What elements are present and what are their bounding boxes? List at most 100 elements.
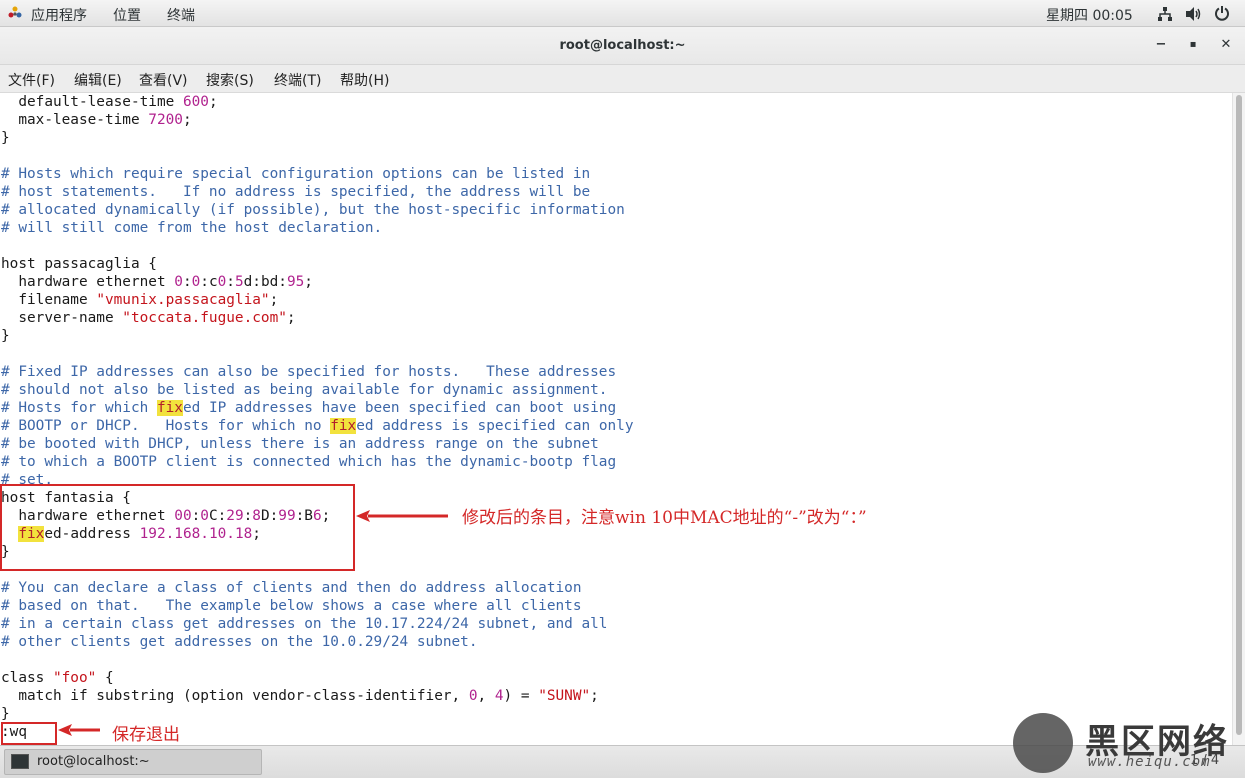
terminal-text-segment: , bbox=[477, 688, 495, 704]
taskbar-window-button[interactable]: root@localhost:~ bbox=[4, 749, 262, 775]
terminal-text-segment: # host statements. If no address is spec… bbox=[1, 184, 591, 200]
terminal-text-segment: ; bbox=[590, 688, 599, 704]
save-command-highlight-box bbox=[1, 722, 57, 745]
terminal-text-segment: ; bbox=[286, 310, 296, 326]
maximize-button[interactable]: ▪ bbox=[1184, 36, 1202, 54]
watermark: 黑区网络 www.heiqu.com bbox=[1010, 712, 1245, 778]
terminal-text-segment: 95 bbox=[286, 274, 305, 290]
watermark-url: www.heiqu.com bbox=[1088, 754, 1211, 770]
terminal-text-segment: { bbox=[96, 670, 114, 686]
terminal-text-segment: "toccata.fugue.com" bbox=[122, 310, 287, 326]
terminal-text-segment: class bbox=[1, 670, 53, 686]
close-button[interactable]: ✕ bbox=[1217, 36, 1235, 54]
terminal-text-segment: : bbox=[182, 274, 192, 290]
power-icon[interactable] bbox=[1214, 5, 1230, 21]
modified-entry-note: 修改后的条目，注意win 10中MAC地址的“-”改为“：” bbox=[462, 508, 867, 528]
terminal-text-segment: fix bbox=[330, 418, 357, 434]
terminal-text-segment: default-lease-time bbox=[1, 94, 183, 110]
terminal-text-segment: # in a certain class get addresses on th… bbox=[1, 616, 608, 632]
terminal-line: # other clients get addresses on the 10.… bbox=[1, 633, 478, 651]
terminal-text-segment: : bbox=[226, 274, 235, 290]
terminal-text-segment: :c bbox=[200, 274, 218, 290]
menu-help[interactable]: 帮助(H) bbox=[340, 70, 389, 90]
terminal-line: host passacaglia { bbox=[1, 255, 157, 273]
terminal-text-segment: match if substring (option vendor-class-… bbox=[1, 688, 469, 704]
terminal-line: default-lease-time 600; bbox=[1, 93, 217, 111]
terminal-line: # based on that. The example below shows… bbox=[1, 597, 581, 615]
terminal-text-segment: ed address is specified can only bbox=[356, 418, 634, 434]
applications-menu[interactable]: 应用程序 bbox=[31, 5, 87, 25]
clock[interactable]: 星期四 00:05 bbox=[1046, 5, 1133, 25]
terminal-text-segment: } bbox=[1, 328, 10, 344]
window-title-bar[interactable]: root@localhost:~ − ▪ ✕ bbox=[0, 27, 1245, 65]
terminal-text-segment: host passacaglia { bbox=[1, 256, 157, 272]
terminal-line: # BOOTP or DHCP. Hosts for which no fixe… bbox=[1, 417, 633, 435]
terminal-line: class "foo" { bbox=[1, 669, 114, 687]
menu-edit[interactable]: 编辑(E) bbox=[74, 70, 122, 90]
terminal-text-segment: ; bbox=[269, 292, 279, 308]
terminal-text-segment: # be booted with DHCP, unless there is a… bbox=[1, 436, 599, 452]
terminal-text-segment: ) = bbox=[503, 688, 539, 704]
terminal-text-segment: # based on that. The example below shows… bbox=[1, 598, 582, 614]
terminal-text-segment: ; bbox=[182, 112, 192, 128]
terminal-text-segment: filename bbox=[1, 292, 97, 308]
terminal-line: } bbox=[1, 705, 10, 723]
network-icon[interactable] bbox=[1157, 6, 1173, 22]
terminal-line: # allocated dynamically (if possible), b… bbox=[1, 201, 625, 219]
terminal-line: hardware ethernet 0:0:c0:5d:bd:95; bbox=[1, 273, 313, 291]
terminal-text-segment: 7200 bbox=[148, 112, 183, 128]
terminal-text-segment: fix bbox=[156, 400, 183, 416]
terminal-menu-bar: 文件(F) 编辑(E) 查看(V) 搜索(S) 终端(T) 帮助(H) bbox=[0, 65, 1245, 93]
terminal-text-segment: } bbox=[1, 130, 10, 146]
terminal-line: # Hosts for which fixed IP addresses hav… bbox=[1, 399, 616, 417]
watermark-logo-icon bbox=[1013, 713, 1073, 773]
terminal-text-segment: 0 bbox=[191, 274, 201, 290]
terminal-text-segment: 5 bbox=[234, 274, 244, 290]
terminal-icon bbox=[11, 754, 29, 769]
terminal-text-segment: "vmunix.passacaglia" bbox=[96, 292, 270, 308]
terminal-line: # to which a BOOTP client is connected w… bbox=[1, 453, 616, 471]
minimize-button[interactable]: − bbox=[1152, 36, 1170, 54]
terminal-line: # should not also be listed as being ava… bbox=[1, 381, 607, 399]
terminal-text-segment: # other clients get addresses on the 10.… bbox=[1, 634, 478, 650]
arrow-icon bbox=[356, 510, 448, 522]
menu-view[interactable]: 查看(V) bbox=[139, 70, 188, 90]
terminal-text-segment: # to which a BOOTP client is connected w… bbox=[1, 454, 617, 470]
terminal-line: # You can declare a class of clients and… bbox=[1, 579, 581, 597]
terminal-text-area[interactable]: default-lease-time 600; max-lease-time 7… bbox=[0, 93, 1232, 745]
terminal-line: filename "vmunix.passacaglia"; bbox=[1, 291, 278, 309]
window-title: root@localhost:~ bbox=[559, 38, 686, 53]
menu-search[interactable]: 搜索(S) bbox=[206, 70, 254, 90]
terminal-text-segment: } bbox=[1, 706, 10, 722]
terminal-text-segment: d:bd: bbox=[243, 274, 287, 290]
terminal-line: match if substring (option vendor-class-… bbox=[1, 687, 599, 705]
terminal-line: # Hosts which require special configurat… bbox=[1, 165, 590, 183]
volume-icon[interactable] bbox=[1185, 6, 1203, 22]
terminal-text-segment: 0 bbox=[174, 274, 183, 290]
scrollbar-thumb[interactable] bbox=[1236, 95, 1242, 735]
taskbar-window-label: root@localhost:~ bbox=[37, 754, 150, 769]
terminal-text-segment: 4 bbox=[494, 688, 504, 704]
terminal-app-menu[interactable]: 终端 bbox=[167, 5, 195, 25]
terminal-line: # will still come from the host declarat… bbox=[1, 219, 382, 237]
terminal-text-segment: # You can declare a class of clients and… bbox=[1, 580, 582, 596]
menu-terminal[interactable]: 终端(T) bbox=[274, 70, 321, 90]
terminal-line: server-name "toccata.fugue.com"; bbox=[1, 309, 296, 327]
places-menu[interactable]: 位置 bbox=[113, 5, 141, 25]
terminal-line: } bbox=[1, 129, 10, 147]
applications-icon bbox=[8, 6, 22, 18]
terminal-text-segment: 600 bbox=[182, 94, 209, 110]
terminal-text-segment: # will still come from the host declarat… bbox=[1, 220, 383, 236]
terminal-text-segment: # Fixed IP addresses can also be specifi… bbox=[1, 364, 617, 380]
terminal-text-segment: ed IP addresses have been specified can … bbox=[182, 400, 617, 416]
terminal-text-segment: max-lease-time bbox=[1, 112, 149, 128]
menu-file[interactable]: 文件(F) bbox=[8, 70, 55, 90]
scrollbar[interactable] bbox=[1232, 93, 1245, 745]
terminal-text-segment: 0 bbox=[217, 274, 227, 290]
terminal-line: # Fixed IP addresses can also be specifi… bbox=[1, 363, 616, 381]
terminal-text-segment: # Hosts for which bbox=[1, 400, 157, 416]
modified-entry-highlight-box bbox=[0, 484, 355, 571]
gnome-top-bar: 应用程序 位置 终端 星期四 00:05 bbox=[0, 0, 1245, 27]
terminal-text-segment: hardware ethernet bbox=[1, 274, 175, 290]
terminal-text-segment: "foo" bbox=[52, 670, 97, 686]
